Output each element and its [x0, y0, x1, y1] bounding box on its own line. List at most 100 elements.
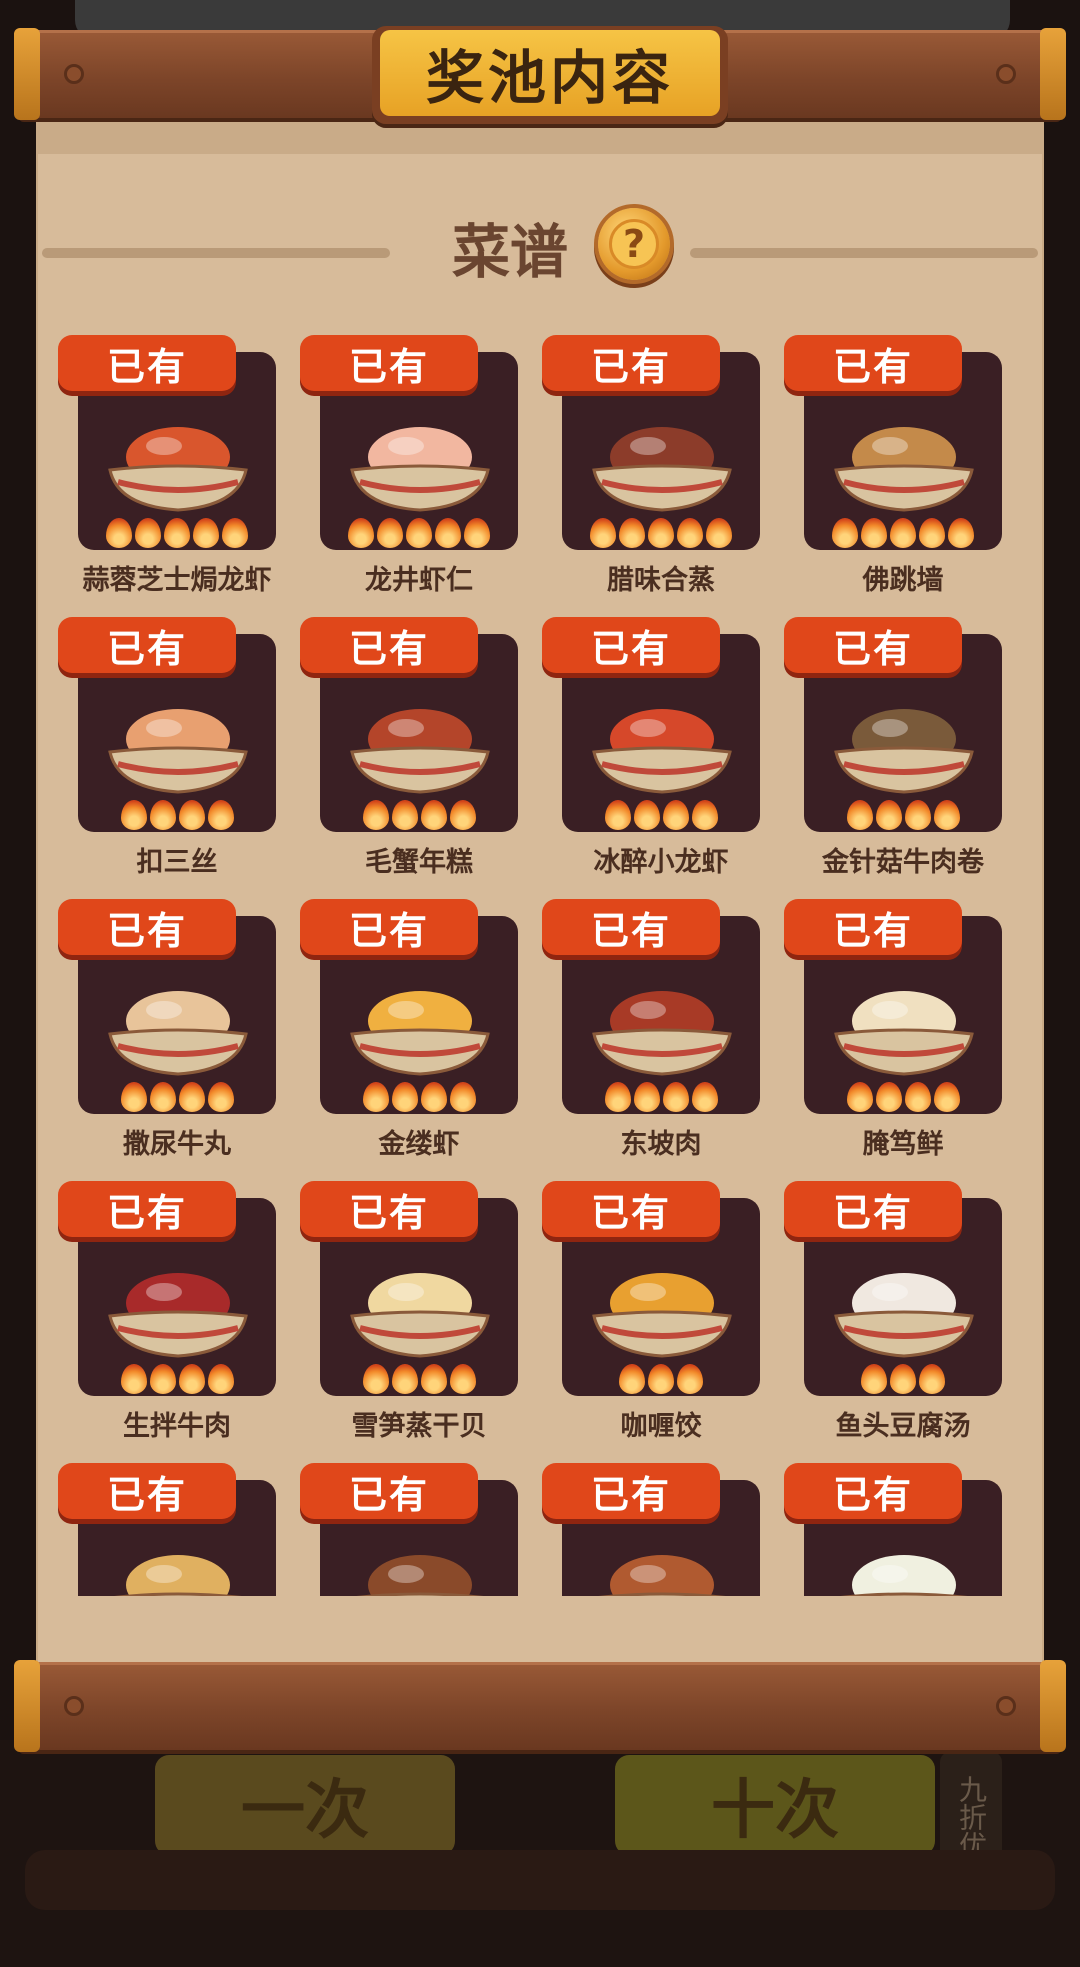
dish-name: 鱼头豆腐汤 — [835, 1411, 971, 1442]
rating-flames — [562, 518, 760, 550]
flame-icon — [149, 1082, 176, 1112]
owned-badge: 已有 — [784, 1181, 962, 1237]
dish-image — [356, 1555, 484, 1596]
flame-icon — [861, 518, 887, 548]
dish-grid[interactable]: 已有 蒜蓉芝士焗龙虾 已有 龙井虾仁 已有 腊味合蒸 已有 佛跳墙 已有 扣三丝 已有 毛蟹年糕 已有冰… — [36, 310, 1044, 1596]
dish-card[interactable]: 已有 龙井虾仁 — [300, 322, 530, 604]
flame-icon — [149, 1364, 176, 1394]
owned-badge: 已有 — [58, 1181, 236, 1237]
question-mark-icon: ? — [609, 219, 659, 269]
dish-card[interactable]: 已有咖喱饺 — [542, 1168, 772, 1450]
flame-icon — [464, 518, 490, 548]
flame-icon — [449, 1364, 476, 1394]
flame-icon — [106, 518, 132, 548]
help-button[interactable]: ? — [598, 208, 670, 280]
section-title: 菜谱 — [451, 218, 568, 286]
dish-card[interactable]: 已有生拌牛肉 — [58, 1168, 288, 1450]
title-plate: 奖池内容 — [372, 26, 728, 124]
flame-icon — [662, 800, 689, 830]
dish-card[interactable]: 已有 腌笃鲜 — [784, 886, 1014, 1168]
dish-card[interactable]: 已有 毛蟹年糕 — [300, 604, 530, 886]
page-title: 奖池内容 — [380, 30, 720, 116]
dish-name: 冰醉小龙虾 — [593, 847, 729, 878]
dish-card[interactable]: 已有 东坡肉 — [542, 886, 772, 1168]
section-divider-right — [690, 248, 1038, 258]
flame-icon — [948, 518, 974, 548]
flame-icon — [420, 1082, 447, 1112]
background-bottom-strip — [25, 1850, 1055, 1910]
nail-icon — [64, 1696, 84, 1716]
flame-icon — [590, 518, 616, 548]
dish-image — [592, 1273, 732, 1358]
flame-icon — [362, 800, 389, 830]
owned-badge: 已有 — [58, 1463, 236, 1519]
rating-flames — [320, 518, 518, 550]
owned-badge: 已有 — [300, 617, 478, 673]
flame-icon — [391, 1082, 418, 1112]
dish-card[interactable]: 已有 — [542, 1450, 772, 1596]
nail-icon — [64, 64, 84, 84]
background-one-pull-button: 一次 — [155, 1755, 455, 1855]
dish-image — [350, 1273, 490, 1358]
dish-image — [834, 1273, 974, 1358]
dish-card[interactable]: 已有 腊味合蒸 — [542, 322, 772, 604]
dish-card[interactable]: 已有 佛跳墙 — [784, 322, 1014, 604]
flame-icon — [420, 800, 447, 830]
flame-icon — [846, 1082, 873, 1112]
background-ten-pull-button: 十次 — [615, 1755, 935, 1855]
dish-card[interactable]: 已有 — [58, 1450, 288, 1596]
dish-card[interactable]: 已有 撒尿牛丸 — [58, 886, 288, 1168]
flame-icon — [178, 1364, 205, 1394]
flame-icon — [832, 518, 858, 548]
flame-icon — [633, 1082, 660, 1112]
owned-badge: 已有 — [784, 899, 962, 955]
owned-badge: 已有 — [58, 335, 236, 391]
flame-icon — [348, 518, 374, 548]
section-divider-left — [42, 248, 390, 258]
rating-flames — [562, 800, 760, 832]
flame-icon — [164, 518, 190, 548]
owned-badge: 已有 — [58, 899, 236, 955]
dish-name: 龙井虾仁 — [365, 565, 473, 596]
owned-badge: 已有 — [58, 617, 236, 673]
dish-name: 东坡肉 — [620, 1129, 702, 1160]
dish-image — [840, 1555, 968, 1596]
flame-icon — [648, 518, 674, 548]
dish-name: 生拌牛肉 — [123, 1411, 231, 1442]
flame-icon — [919, 1364, 945, 1394]
dish-image — [108, 991, 248, 1076]
flame-icon — [846, 800, 873, 830]
dish-card[interactable]: 已有鱼头豆腐汤 — [784, 1168, 1014, 1450]
dish-card[interactable]: 已有 — [300, 1450, 530, 1596]
rating-flames — [78, 1364, 276, 1396]
flame-icon — [619, 518, 645, 548]
flame-icon — [406, 518, 432, 548]
dish-image — [350, 427, 490, 512]
dish-card[interactable]: 已有 扣三丝 — [58, 604, 288, 886]
flame-icon — [391, 1364, 418, 1394]
dish-card[interactable]: 已有 雪笋蒸干贝 — [300, 1168, 530, 1450]
flame-icon — [178, 1082, 205, 1112]
dish-card[interactable]: 已有 金缕虾 — [300, 886, 530, 1168]
flame-icon — [890, 518, 916, 548]
rating-flames — [562, 1082, 760, 1114]
flame-icon — [890, 1364, 916, 1394]
dish-card[interactable]: 已有 — [784, 1450, 1014, 1596]
flame-icon — [420, 1364, 447, 1394]
rating-flames — [78, 1082, 276, 1114]
dish-card[interactable]: 已有 金针菇牛肉卷 — [784, 604, 1014, 886]
flame-icon — [449, 800, 476, 830]
dish-card[interactable]: 已有 冰醉小龙虾 — [542, 604, 772, 886]
dish-card[interactable]: 已有 蒜蓉芝士焗龙虾 — [58, 322, 288, 604]
dish-image — [350, 991, 490, 1076]
flame-icon — [362, 1082, 389, 1112]
rating-flames — [804, 800, 1002, 832]
rating-flames — [804, 1364, 1002, 1396]
flame-icon — [875, 1082, 902, 1112]
owned-badge: 已有 — [542, 1181, 720, 1237]
rating-flames — [78, 518, 276, 550]
flame-icon — [120, 1364, 147, 1394]
dish-name: 咖喱饺 — [620, 1411, 702, 1442]
dish-name: 佛跳墙 — [862, 565, 944, 596]
dish-image — [114, 1555, 242, 1596]
